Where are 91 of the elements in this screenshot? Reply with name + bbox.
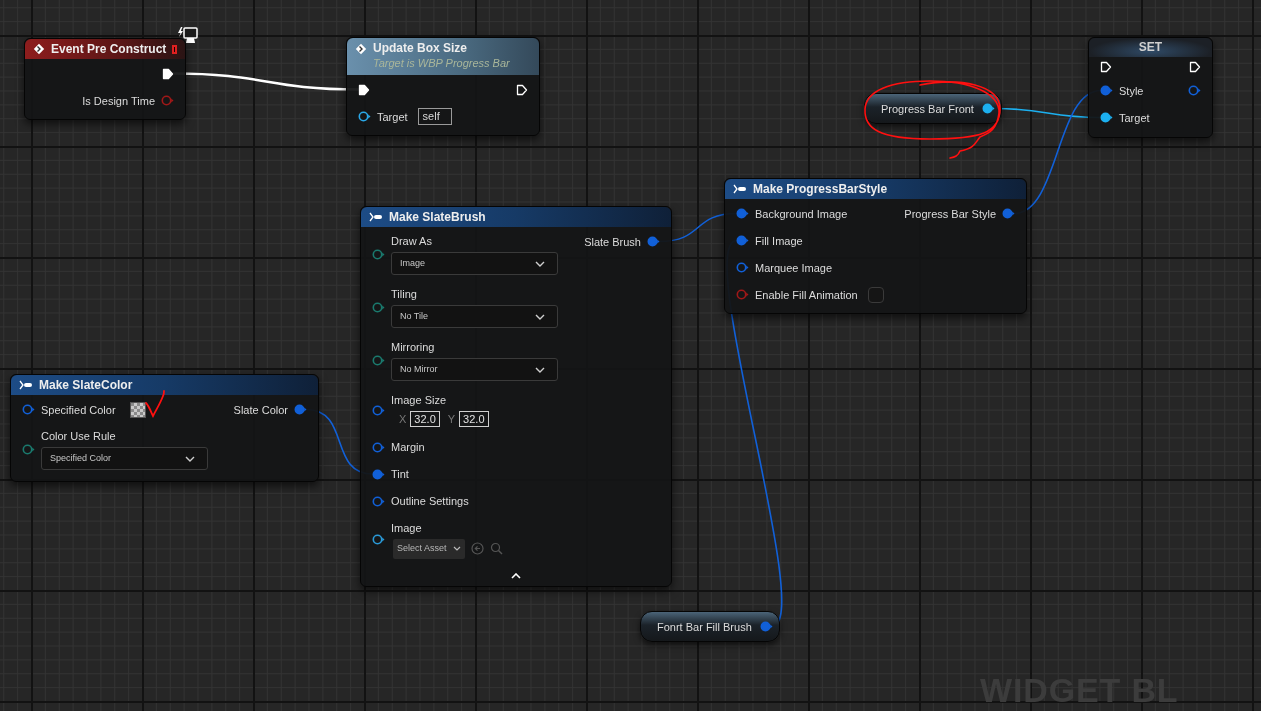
pin-label: Progress Bar Style [904,206,996,221]
pin[interactable] [372,404,385,416]
graph-node[interactable]: SET Style Target [1088,37,1213,138]
pin-label: Background Image [755,206,848,221]
pin[interactable] [647,236,660,247]
pin-label: Color Use Rule [41,429,117,443]
axis-label: X [399,412,407,427]
pin[interactable] [22,444,35,455]
pin-label: Mirroring [391,340,436,354]
diamond-icon [355,43,367,55]
node-title: SET [1138,40,1163,55]
checkbox[interactable] [867,286,884,303]
pin[interactable] [372,495,385,507]
exec-pin[interactable] [1189,61,1201,73]
pin[interactable] [372,534,385,545]
pin-label: Progress Bar Front [881,101,974,116]
pin-label: Tint [391,467,409,481]
node-title: Make SlateBrush [389,209,486,225]
pin[interactable] [736,262,749,273]
pin-label: Specified Color [41,402,116,417]
pin[interactable] [981,103,995,114]
pin[interactable] [736,208,749,219]
chevron-down-icon [535,260,545,267]
pin-label: Fill Image [755,233,803,248]
pin-label: Style [1119,83,1144,98]
pin-label: Outline Settings [391,494,469,508]
node-title: Event Pre Construct [51,41,167,57]
graph-node[interactable]: Update Box Size Target is WBP Progress Bar Target self [346,37,540,136]
monitor-icon [176,26,198,46]
chevron-down-icon [453,546,461,551]
pin[interactable] [22,404,35,415]
pin-label: Fonrt Bar Fill Brush [657,619,752,634]
pin[interactable] [1100,112,1113,123]
pin-label: Margin [391,440,425,454]
pin-label: Slate Color [233,402,288,417]
pin-label: Slate Brush [584,234,641,249]
struct-icon [19,380,33,390]
pin[interactable] [372,468,385,480]
exec-pin[interactable] [162,67,174,80]
exec-pin[interactable] [358,83,370,96]
pin-label: Enable Fill Animation [755,287,858,302]
number-field[interactable]: 32.0 [459,411,489,428]
chevron-down-icon [535,313,545,320]
variable-node[interactable]: Progress Bar Front [864,93,1002,124]
number-field[interactable]: 32.0 [410,411,440,428]
dropdown[interactable]: No Mirror [391,358,558,381]
asset-dropdown[interactable]: Select Asset [393,538,465,559]
exec-pin[interactable] [516,83,528,96]
pin-label: Image Size [391,393,448,407]
back-arrow-icon[interactable] [471,542,484,555]
axis-label: Y [447,412,456,427]
pin[interactable] [372,441,385,453]
node-title: Make ProgressBarStyle [753,181,888,197]
pin[interactable] [358,111,371,122]
dropdown[interactable]: Image [391,252,558,275]
exec-pin[interactable] [1100,61,1112,73]
node-subtitle: Target is WBP Progress Bar [373,56,510,71]
graph-node[interactable]: Make SlateColor Specified Color Color Use Rule Specified Color Slate Color [10,374,319,482]
pin[interactable] [372,355,385,366]
pin[interactable] [372,302,385,313]
pin-label: Image [391,520,423,535]
node-title: Make SlateColor [39,377,133,393]
pin[interactable] [294,404,307,415]
chevron-down-icon [535,366,545,373]
variable-node[interactable]: Fonrt Bar Fill Brush [640,611,780,642]
dropdown[interactable]: No Tile [391,305,558,328]
pin-label: Tiling [391,287,418,301]
graph-node[interactable]: Event Pre Construct Is Design Time [24,38,186,120]
square-pin-icon [172,44,177,54]
text-field[interactable]: self [417,108,452,125]
color-swatch[interactable] [129,401,146,418]
pin[interactable] [1100,85,1113,96]
struct-icon [369,212,383,222]
node-title: Update Box Size [373,41,469,56]
dropdown[interactable]: Specified Color [41,447,208,470]
struct-icon [733,184,747,194]
pin-label: Target [1119,110,1150,125]
pin[interactable] [372,249,385,260]
search-icon[interactable] [490,542,503,555]
chevron-up-icon[interactable] [511,572,521,579]
chevron-down-icon [185,455,195,462]
pin-label: Target [377,109,408,124]
graph-node[interactable]: Make SlateBrush Draw As Image Tiling No Tile Mirroring No Mirror Image Size X 32.0 Y 32.0 Margin Tint Outline Settings Image Select Asset Slate Brush [360,206,672,587]
pin[interactable] [1002,208,1015,219]
pin-label: Draw As [391,234,433,248]
pin-label: Marquee Image [755,260,833,275]
graph-node[interactable]: Make ProgressBarStyle Background Image Fill Image Marquee Image Enable Fill Animation Progress Bar Style [724,178,1027,314]
diamond-icon [33,43,45,55]
pin[interactable] [736,235,749,246]
pin-label: Is Design Time [82,93,155,108]
pin[interactable] [1188,85,1201,96]
